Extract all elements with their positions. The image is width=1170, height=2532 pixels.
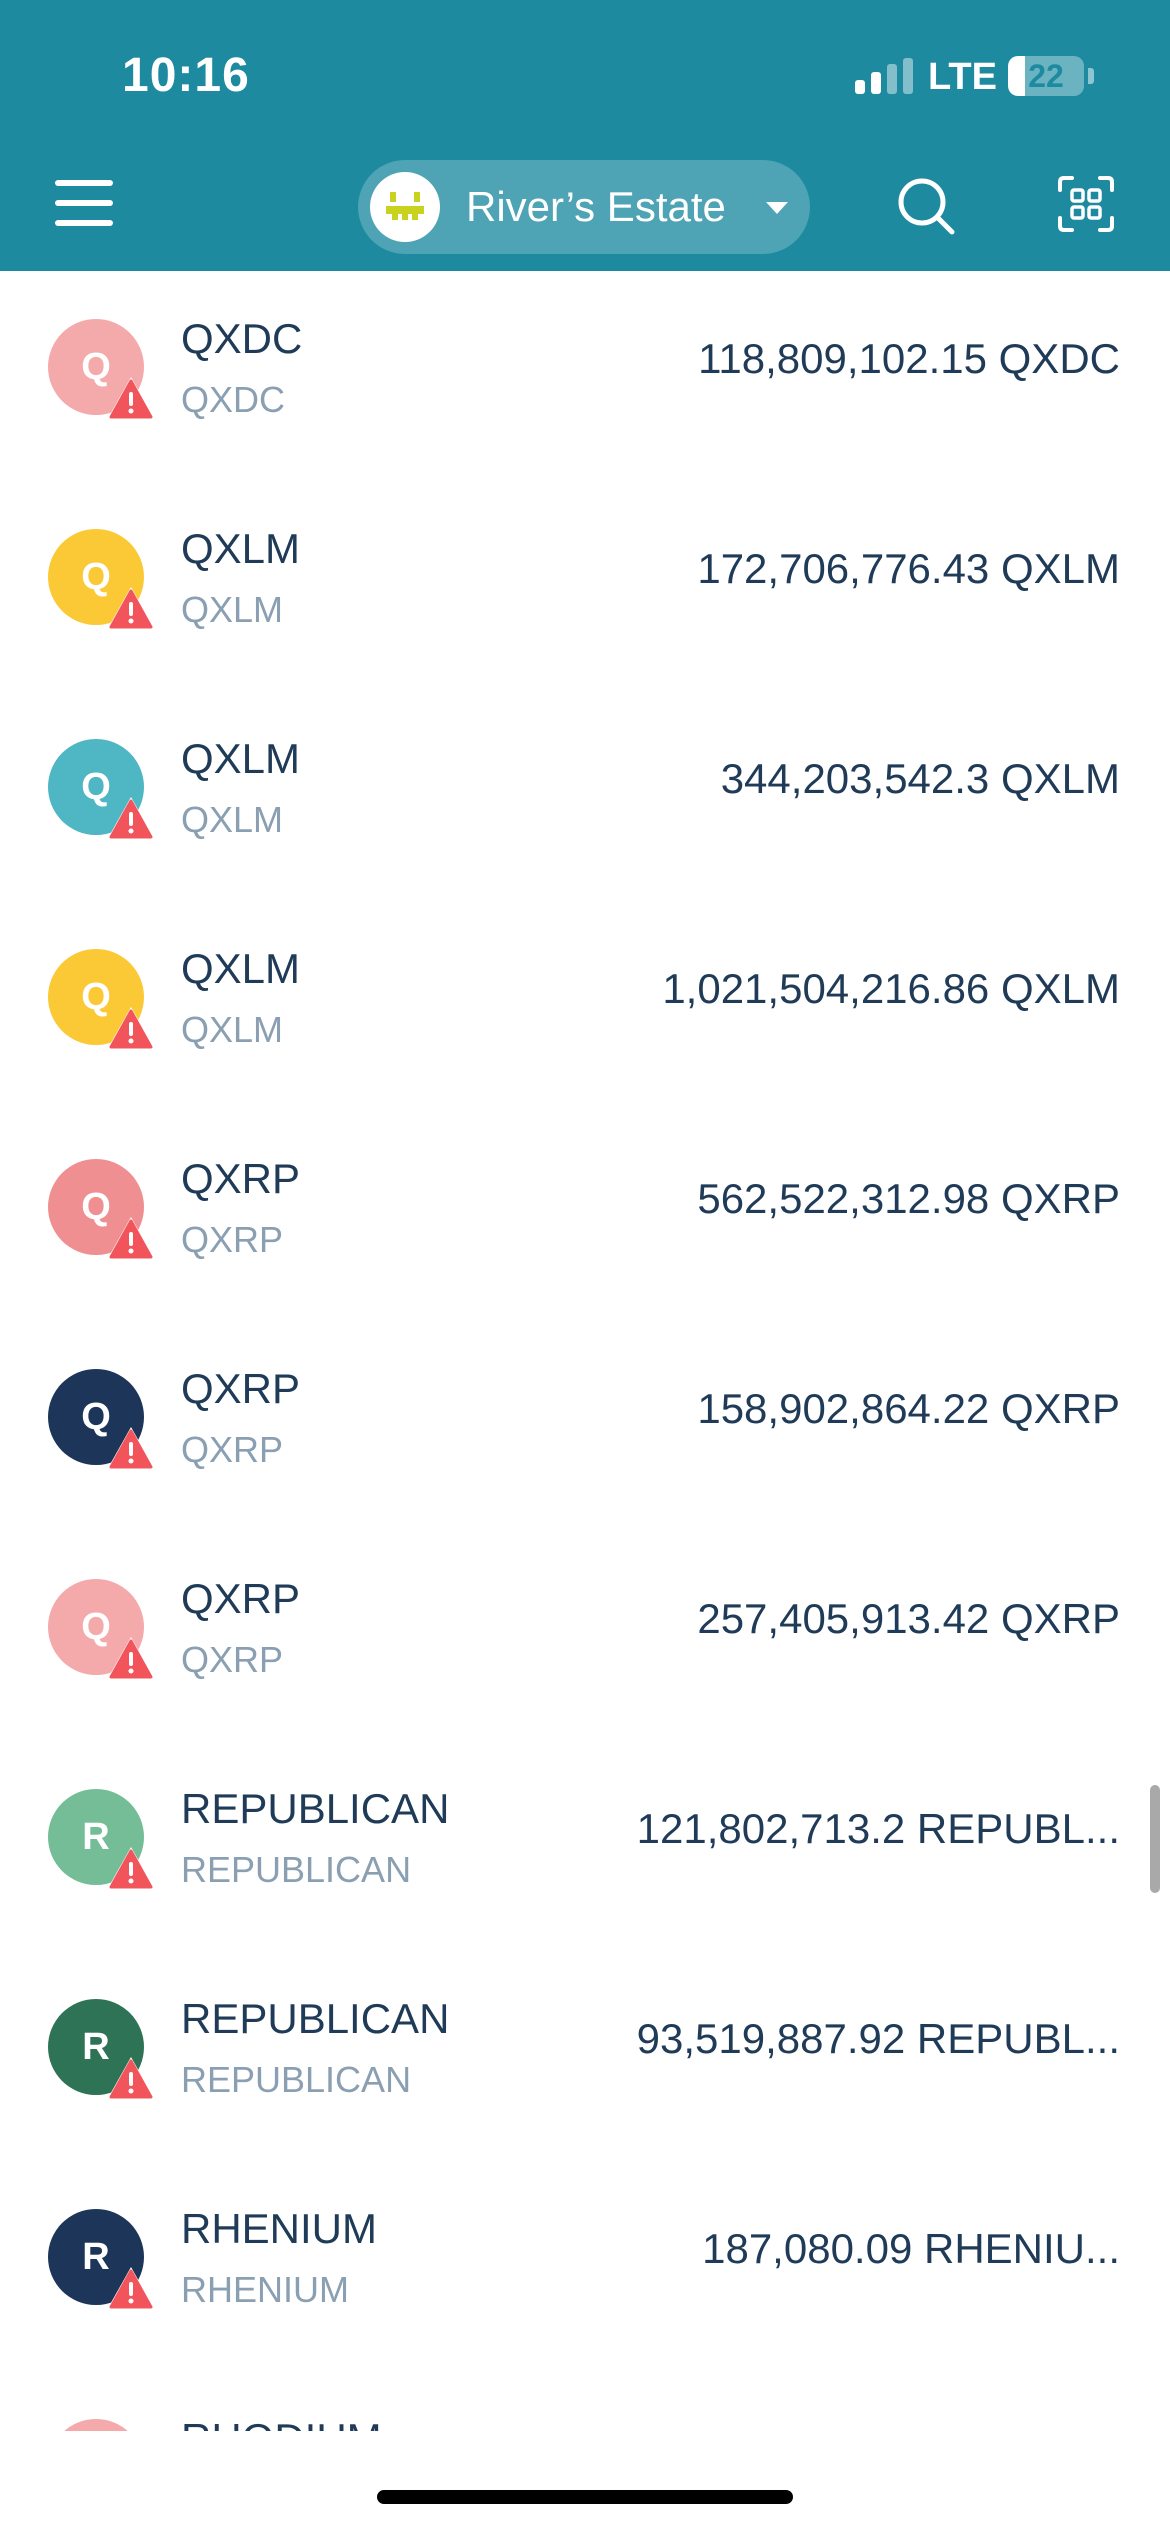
- token-name: QXLM: [181, 945, 301, 992]
- battery-cap: [1088, 68, 1094, 84]
- token-symbol: REPUBLICAN: [181, 2059, 412, 2100]
- token-balance: 172,706,776.43 QXLM: [697, 545, 1120, 592]
- token-row[interactable]: Q QXRP QXRP 562,522,312.98 QXRP: [0, 1111, 1170, 1321]
- token-row[interactable]: Q QXLM QXLM 172,706,776.43 QXLM: [0, 481, 1170, 691]
- token-name: RHODIUM: [181, 2415, 382, 2431]
- token-row[interactable]: Q QXRP QXRP 257,405,913.42 QXRP: [0, 1531, 1170, 1741]
- warning-icon: [107, 377, 155, 420]
- warning-icon: [107, 797, 155, 840]
- battery-icon: 22: [1008, 56, 1084, 96]
- estate-avatar: [370, 172, 440, 242]
- token-balance: 257,405,913.42 QXRP: [697, 1595, 1120, 1642]
- token-balance: 118,809,102.15 QXDC: [698, 335, 1120, 382]
- token-row[interactable]: Q QXRP QXRP 158,902,864.22 QXRP: [0, 1321, 1170, 1531]
- estate-avatar-face-icon: [386, 192, 424, 220]
- token-row[interactable]: R REPUBLICAN REPUBLICAN 121,802,713.2 REPUB…: [0, 1741, 1170, 1951]
- app-header: 10:16 LTE 22 River’s Estate: [0, 0, 1170, 271]
- token-symbol: QXRP: [181, 1429, 284, 1470]
- token-name: RHENIUM: [181, 2205, 377, 2252]
- token-name: QXLM: [181, 735, 301, 782]
- scrollbar[interactable]: [1150, 1785, 1160, 1893]
- estate-name: River’s Estate: [466, 183, 726, 230]
- token-name: QXRP: [181, 1155, 301, 1202]
- warning-icon: [107, 1637, 155, 1680]
- token-balance: 562,522,312.98 QXRP: [697, 1175, 1120, 1222]
- token-row[interactable]: Q QXDC QXDC 118,809,102.15 QXDC: [0, 271, 1170, 481]
- token-symbol: QXDC: [181, 379, 286, 420]
- token-symbol: QXRP: [181, 1639, 284, 1680]
- warning-icon: [107, 1427, 155, 1470]
- home-indicator: [377, 2490, 793, 2504]
- token-row[interactable]: Q QXLM QXLM 344,203,542.3 QXLM: [0, 691, 1170, 901]
- token-name: REPUBLICAN: [181, 1785, 450, 1832]
- token-name: QXLM: [181, 525, 301, 572]
- warning-icon: [107, 1217, 155, 1260]
- token-symbol: QXLM: [181, 799, 284, 840]
- token-row[interactable]: R RHODIUM: [0, 2371, 1170, 2431]
- token-balance: 93,519,887.92 REPUBL...: [636, 2015, 1120, 2062]
- chevron-down-icon: [766, 202, 788, 214]
- token-symbol: QXRP: [181, 1219, 284, 1260]
- warning-icon: [107, 2057, 155, 2100]
- warning-icon: [107, 1007, 155, 1050]
- search-icon[interactable]: [895, 175, 957, 237]
- token-symbol: REPUBLICAN: [181, 1849, 412, 1890]
- estate-selector[interactable]: River’s Estate: [358, 160, 810, 254]
- status-time: 10:16: [122, 49, 250, 102]
- qr-scan-icon[interactable]: [1056, 174, 1116, 234]
- token-balance: 1,021,504,216.86 QXLM: [662, 965, 1120, 1012]
- token-name: REPUBLICAN: [181, 1995, 450, 2042]
- token-symbol: QXLM: [181, 589, 284, 630]
- token-balance: 187,080.09 RHENIU...: [702, 2225, 1120, 2272]
- token-list[interactable]: Q QXDC QXDC 118,809,102.15 QXDC Q QXLM QXLM 172…: [0, 271, 1170, 2431]
- warning-icon: [107, 1847, 155, 1890]
- token-name: QXRP: [181, 1575, 301, 1622]
- token-row[interactable]: R RHENIUM RHENIUM 187,080.09 RHENIU...: [0, 2161, 1170, 2371]
- token-row[interactable]: R REPUBLICAN REPUBLICAN 93,519,887.92 REPUB…: [0, 1951, 1170, 2161]
- token-symbol: RHENIUM: [181, 2269, 349, 2310]
- warning-icon: [107, 587, 155, 630]
- warning-icon: [107, 2267, 155, 2310]
- token-avatar: R: [48, 2419, 144, 2431]
- token-name: QXRP: [181, 1365, 301, 1412]
- token-balance: 158,902,864.22 QXRP: [697, 1385, 1120, 1432]
- menu-icon[interactable]: [55, 178, 113, 228]
- battery-level: 22: [1028, 58, 1064, 94]
- token-balance: 121,802,713.2 REPUBL...: [636, 1805, 1120, 1852]
- network-type: LTE: [928, 56, 997, 98]
- token-symbol: QXLM: [181, 1009, 284, 1050]
- token-row[interactable]: Q QXLM QXLM 1,021,504,216.86 QXLM: [0, 901, 1170, 1111]
- token-balance: 344,203,542.3 QXLM: [720, 755, 1120, 802]
- signal-icon: [855, 58, 915, 94]
- token-name: QXDC: [181, 315, 303, 362]
